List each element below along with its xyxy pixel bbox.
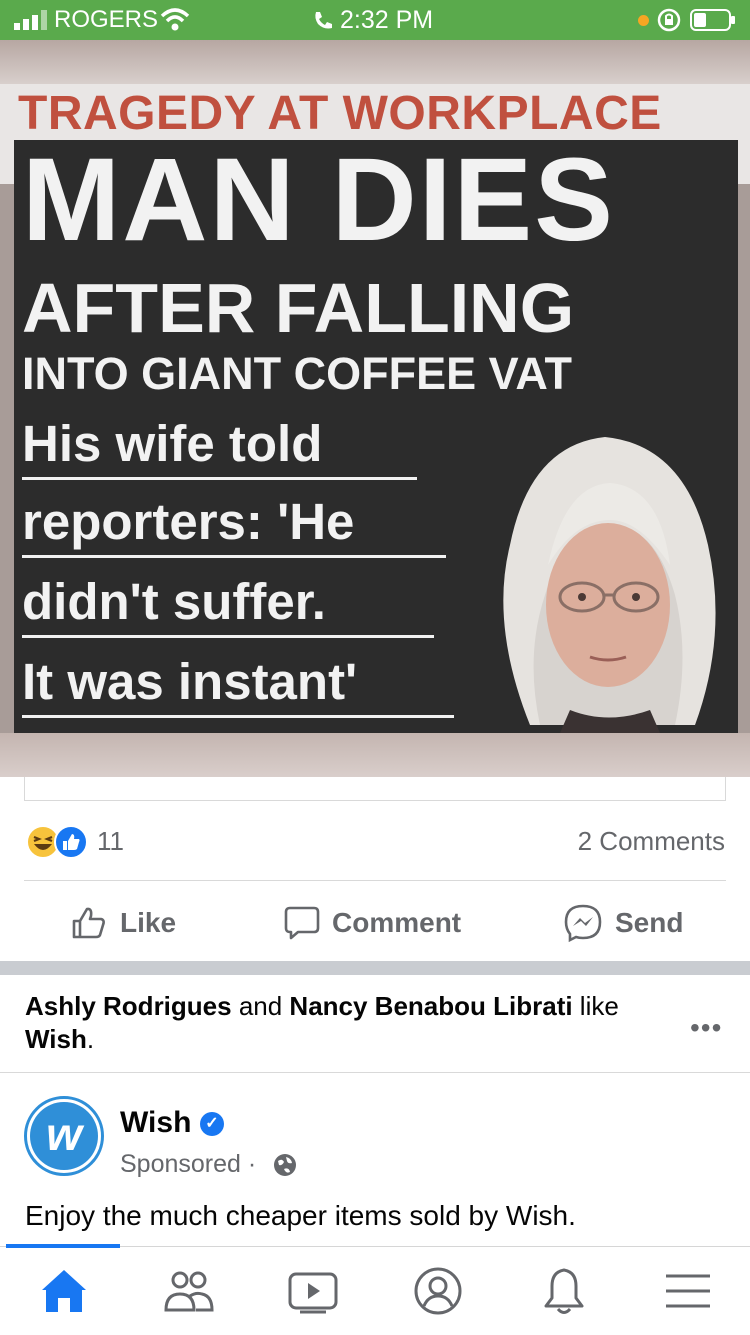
preview-frame-left	[24, 777, 25, 800]
meme-kicker: TRAGEDY AT WORKPLACE	[18, 87, 662, 140]
friend-name[interactable]: Nancy Benabou Librati	[289, 991, 572, 1021]
thumbs-up-icon	[72, 907, 105, 939]
sponsored-label[interactable]: Sponsored ·	[120, 1150, 256, 1179]
comment-button[interactable]: Comment	[284, 900, 461, 946]
feed-separator	[0, 961, 750, 975]
wifi-icon	[160, 8, 190, 31]
meme-quote-1: His wife told	[22, 415, 323, 472]
send-label: Send	[615, 907, 684, 938]
verified-badge-icon: ✓	[200, 1112, 224, 1136]
signal-icon	[14, 10, 47, 30]
meme-quote-4: It was instant'	[22, 653, 358, 710]
watch-icon[interactable]	[286, 1266, 342, 1316]
bottom-tab-bar	[0, 1246, 750, 1335]
image-top-border	[0, 40, 750, 84]
reaction-count[interactable]: 11	[97, 826, 124, 857]
messenger-icon	[564, 904, 602, 943]
orientation-lock-icon	[657, 8, 681, 32]
notifications-icon[interactable]	[536, 1266, 592, 1316]
comment-count[interactable]: 2 Comments	[578, 826, 725, 857]
advertiser-name[interactable]: Wish	[120, 1106, 191, 1140]
home-icon[interactable]	[36, 1266, 92, 1316]
friends-icon[interactable]	[160, 1266, 216, 1316]
image-bottom-border	[0, 733, 750, 777]
quote-underline	[22, 555, 446, 558]
like-reaction-icon	[54, 825, 88, 859]
meme-quote-3: didn't suffer.	[22, 573, 326, 630]
woman-portrait	[503, 437, 716, 733]
quote-underline	[22, 715, 454, 718]
meme-headline-3: INTO GIANT COFFEE VAT	[22, 348, 572, 399]
like-text: like	[572, 991, 619, 1021]
quote-underline	[22, 635, 434, 638]
social-context: Ashly Rodrigues and Nancy Benabou Librat…	[25, 990, 645, 1056]
preview-frame-right	[725, 777, 726, 800]
stats-divider	[24, 880, 726, 881]
quote-underline	[22, 477, 417, 480]
phone-call-icon	[315, 12, 332, 29]
profile-icon[interactable]	[410, 1266, 466, 1316]
orange-dot-icon	[638, 15, 649, 26]
meme-headline-2: AFTER FALLING	[22, 269, 575, 347]
send-button[interactable]: Send	[563, 900, 683, 946]
page-name[interactable]: Wish	[25, 1024, 87, 1054]
battery-icon	[690, 9, 735, 31]
more-options-icon[interactable]: •••	[690, 1012, 722, 1044]
status-bar: ROGERS 2:32 PM	[0, 0, 750, 40]
wish-logo-icon[interactable]: w	[30, 1102, 98, 1170]
post-image[interactable]: TRAGEDY AT WORKPLACE MAN DIES AFTER FALL…	[0, 40, 750, 777]
preview-frame-bottom	[24, 800, 726, 801]
like-label: Like	[120, 907, 177, 938]
period: .	[86, 1024, 95, 1054]
meme-headline-1: MAN DIES	[22, 134, 615, 266]
meme-quote-2: reporters: 'He	[22, 493, 355, 550]
globe-icon	[274, 1154, 296, 1176]
context-divider	[0, 1072, 750, 1073]
ad-body-text: Enjoy the much cheaper items sold by Wis…	[25, 1200, 576, 1231]
like-button[interactable]: Like	[70, 900, 176, 946]
menu-icon[interactable]	[660, 1266, 716, 1316]
friend-name[interactable]: Ashly Rodrigues	[25, 991, 232, 1021]
comment-bubble-icon	[284, 906, 320, 940]
comment-label: Comment	[332, 907, 462, 938]
conjunction: and	[231, 991, 290, 1021]
clock: 2:32 PM	[340, 6, 434, 34]
active-tab-indicator	[6, 1244, 120, 1248]
carrier-name: ROGERS	[54, 6, 159, 33]
